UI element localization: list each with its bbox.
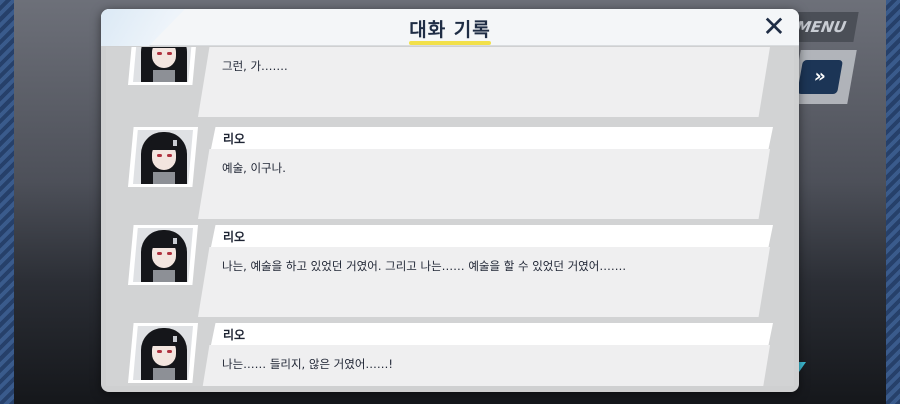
left-border-stripe	[0, 0, 14, 404]
speaker-name: 리오	[223, 328, 246, 342]
dialog-line: 나는…… 들리지, 않은 거였어……!	[222, 357, 394, 371]
dialog-header: 대화 기록 ✕	[101, 9, 799, 46]
title-underline	[409, 41, 491, 45]
log-entry: 리오 나는, 예술을 하고 있었던 거였어. 그리고 나는…… 예술을 할 수 …	[106, 225, 794, 317]
right-border-stripe	[886, 0, 900, 404]
close-button[interactable]: ✕	[761, 13, 787, 41]
dialog-line: 나는, 예술을 하고 있었던 거였어. 그리고 나는…… 예술을 할 수 있었던…	[222, 259, 626, 273]
skip-button[interactable]: »	[797, 60, 843, 94]
speaker-name-bar	[211, 225, 773, 247]
log-list[interactable]: 그런, 가……. 리오 예술, 이구나. 리오 나는, 예술을 하고 있었던 거…	[106, 47, 794, 386]
log-entry: 리오 예술, 이구나.	[106, 127, 794, 219]
dialog-title: 대화 기록	[409, 19, 491, 41]
speaker-portrait	[128, 225, 198, 285]
speaker-name-bar	[211, 323, 773, 345]
double-chevron-right-icon: »	[812, 66, 828, 87]
dialog-line: 예술, 이구나.	[222, 161, 286, 175]
log-entry: 그런, 가…….	[106, 47, 794, 117]
speaker-name: 리오	[223, 230, 246, 244]
speaker-portrait	[128, 127, 198, 187]
speaker-name-bar	[211, 127, 773, 149]
dialog-line: 그런, 가…….	[222, 59, 288, 73]
speaker-portrait	[128, 323, 198, 383]
dialog-log-window: 대화 기록 ✕ 그런, 가……. 리오 예술, 이구나. 리오 나는, 예술을 …	[101, 9, 799, 392]
close-icon: ✕	[762, 10, 786, 43]
log-entry: 리오 나는…… 들리지, 않은 거였어……!	[106, 323, 794, 386]
speaker-name: 리오	[223, 132, 246, 146]
speaker-portrait	[128, 47, 198, 85]
